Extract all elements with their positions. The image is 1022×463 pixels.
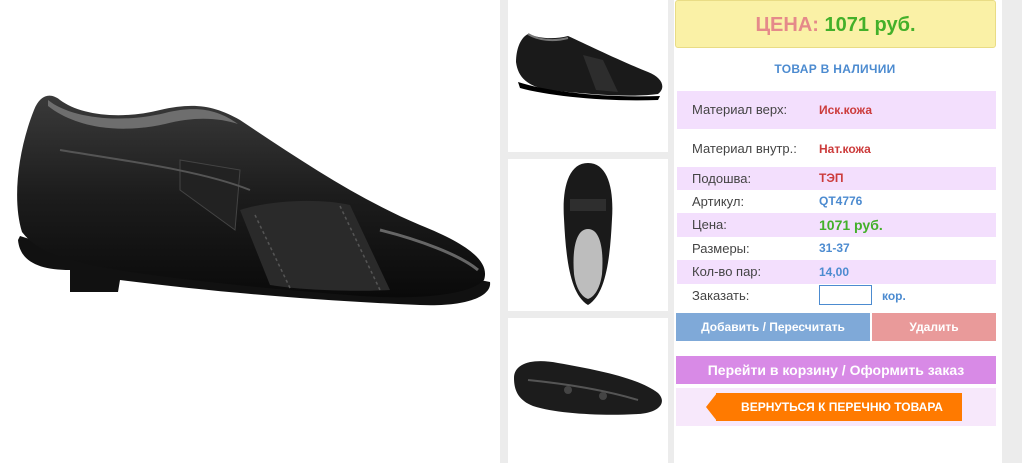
back-to-list-label: ВЕРНУТЬСЯ К ПЕРЕЧНЮ ТОВАРА	[741, 400, 943, 414]
spec-value: 31-37	[819, 241, 850, 255]
spec-label: Материал внутр.:	[692, 141, 797, 156]
spec-value: ТЭП	[819, 171, 844, 185]
delete-button[interactable]: Удалить	[872, 313, 996, 341]
spec-value: QT4776	[819, 194, 863, 208]
spec-row-sizes: Размеры: 31-37	[677, 237, 996, 260]
product-info-panel: ЦЕНА: 1071 руб. ТОВАР В НАЛИЧИИ Материал…	[674, 0, 1002, 463]
price-banner: ЦЕНА: 1071 руб.	[675, 0, 996, 48]
main-product-photo[interactable]	[0, 0, 500, 463]
spec-label: Артикул:	[692, 194, 745, 209]
shoe-sole-thumbnail-image	[514, 361, 662, 415]
price-banner-label: ЦЕНА:	[755, 14, 819, 36]
spec-value: 1071 руб.	[819, 217, 883, 233]
spec-value: Нат.кожа	[819, 142, 871, 156]
spec-label: Цена:	[692, 217, 727, 232]
back-arrow-icon	[706, 393, 717, 421]
page-margin	[1002, 0, 1022, 463]
thumbnail-top[interactable]	[508, 159, 668, 311]
order-quantity-input[interactable]	[819, 285, 872, 305]
order-row: Заказать: кор.	[677, 285, 996, 308]
spec-row-material-inner: Материал внутр.: Нат.кожа	[677, 129, 996, 167]
order-unit: кор.	[882, 289, 906, 303]
spec-label: Материал верх:	[692, 102, 788, 117]
thumbnail-side[interactable]	[508, 0, 668, 152]
shoe-side-thumbnail-image	[516, 33, 663, 101]
back-to-list-button[interactable]: ВЕРНУТЬСЯ К ПЕРЕЧНЮ ТОВАРА	[706, 393, 962, 421]
spec-label: Подошва:	[692, 171, 752, 186]
price-banner-value: 1071 руб.	[824, 14, 916, 36]
thumbnail-sole[interactable]	[508, 318, 668, 463]
add-recalculate-button[interactable]: Добавить / Пересчитать	[676, 313, 870, 341]
order-label: Заказать:	[692, 288, 750, 303]
spec-row-pairs: Кол-во пар: 14,00	[677, 260, 996, 284]
shoe-side-image	[17, 95, 491, 306]
stock-status: ТОВАР В НАЛИЧИИ	[774, 62, 896, 76]
go-to-cart-button[interactable]: Перейти в корзину / Оформить заказ	[676, 356, 996, 384]
spec-row-price: Цена: 1071 руб.	[677, 213, 996, 237]
spec-label: Кол-во пар:	[692, 264, 762, 279]
spec-row-article: Артикул: QT4776	[677, 190, 996, 213]
spec-row-material-top: Материал верх: Иск.кожа	[677, 91, 996, 129]
spec-value: Иск.кожа	[819, 103, 872, 117]
spec-row-sole: Подошва: ТЭП	[677, 167, 996, 190]
spec-label: Размеры:	[692, 241, 750, 256]
shoe-top-thumbnail-image	[563, 163, 613, 305]
spec-value: 14,00	[819, 265, 850, 279]
back-button-wrap: ВЕРНУТЬСЯ К ПЕРЕЧНЮ ТОВАРА	[676, 388, 996, 426]
